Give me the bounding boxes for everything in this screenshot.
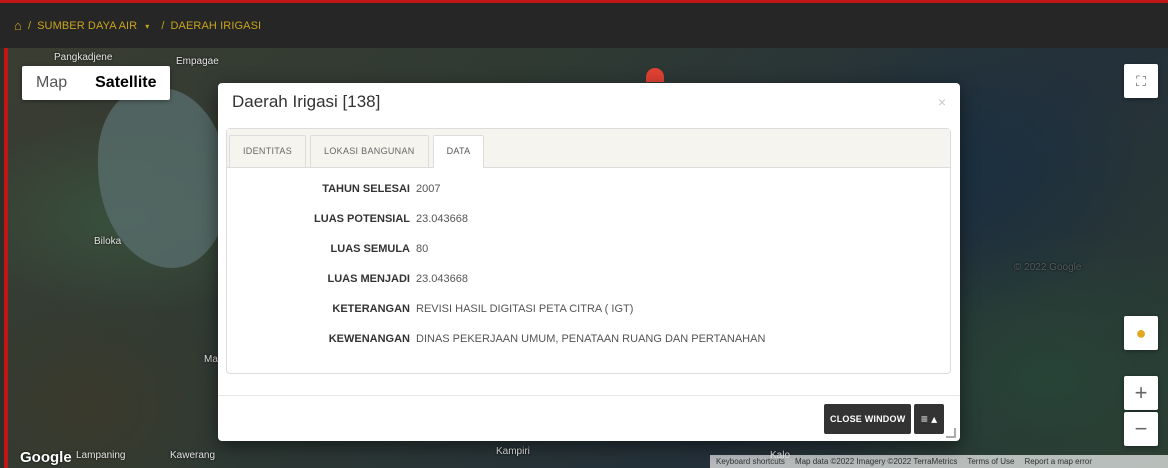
google-logo: Google xyxy=(20,449,72,466)
data-row-luas-semula: LUAS SEMULA 80 xyxy=(227,234,950,264)
data-label: LUAS MENJADI xyxy=(327,273,410,285)
breadcrumb-separator: / xyxy=(27,19,32,32)
modal-footer: CLOSE WINDOW ≡ ▴ xyxy=(218,395,960,442)
daerah-irigasi-modal: Daerah Irigasi [138] × IDENTITAS LOKASI … xyxy=(218,83,960,441)
data-value: 23.043668 xyxy=(416,213,468,225)
pegman-icon[interactable]: ● xyxy=(1124,316,1158,350)
tab-identitas[interactable]: IDENTITAS xyxy=(229,135,307,167)
close-icon[interactable]: × xyxy=(938,94,946,110)
data-label: KEWENANGAN xyxy=(328,333,410,345)
map-place-label: Empagae xyxy=(176,56,219,67)
keyboard-shortcuts-link[interactable]: Keyboard shortcuts xyxy=(716,457,785,466)
map-place-label: Lampaning xyxy=(76,450,126,461)
data-label: LUAS SEMULA xyxy=(330,243,410,255)
fullscreen-icon[interactable]: ⛶ xyxy=(1124,64,1158,98)
map-watermark: © 2022 Google xyxy=(1014,262,1082,273)
map-type-satellite-button[interactable]: Satellite xyxy=(81,66,170,100)
tab-bar: IDENTITAS LOKASI BANGUNAN DATA xyxy=(227,129,950,168)
tab-lokasi-bangunan[interactable]: LOKASI BANGUNAN xyxy=(310,135,429,167)
data-row-kewenangan: KEWENANGAN DINAS PEKERJAAN UMUM, PENATAA… xyxy=(227,324,950,354)
map-type-control: Map Satellite xyxy=(22,66,171,100)
map-place-label: Pangkadjene xyxy=(54,52,113,63)
data-row-tahun-selesai: TAHUN SELESAI 2007 xyxy=(227,174,950,204)
data-row-keterangan: KETERANGAN REVISI HASIL DIGITASI PETA CI… xyxy=(227,294,950,324)
close-window-button[interactable]: CLOSE WINDOW xyxy=(824,404,912,434)
menu-dropdown-button[interactable]: ≡ ▴ xyxy=(914,404,944,434)
map-attribution-bar: Keyboard shortcuts Map data ©2022 Imager… xyxy=(710,455,1168,468)
terms-of-use-link[interactable]: Terms of Use xyxy=(967,457,1014,466)
breadcrumb-separator: / xyxy=(161,19,165,32)
data-value: 23.043668 xyxy=(416,273,468,285)
data-row-luas-menjadi: LUAS MENJADI 23.043668 xyxy=(227,264,950,294)
data-value: REVISI HASIL DIGITASI PETA CITRA ( IGT) xyxy=(416,303,634,315)
data-label: LUAS POTENSIAL xyxy=(314,213,410,225)
map-marker-icon[interactable] xyxy=(646,68,664,82)
data-value: 80 xyxy=(416,243,429,255)
modal-header: Daerah Irigasi [138] × xyxy=(218,83,960,121)
map-type-map-button[interactable]: Map xyxy=(22,66,81,100)
resize-handle-icon[interactable] xyxy=(946,428,956,438)
data-value: DINAS PEKERJAAN UMUM, PENATAAN RUANG DAN… xyxy=(416,333,766,345)
data-row-luas-potensial: LUAS POTENSIAL 23.043668 xyxy=(227,204,950,234)
zoom-out-button[interactable]: − xyxy=(1124,412,1158,446)
tab-data[interactable]: DATA xyxy=(432,135,485,168)
breadcrumb-sumber-daya-air[interactable]: SUMBER DAYA AIR ▾ xyxy=(37,20,155,32)
top-nav-bar: ⌂ / SUMBER DAYA AIR ▾ / DAERAH IRIGASI xyxy=(0,0,1168,48)
home-icon[interactable]: ⌂ xyxy=(14,18,22,33)
map-data-attribution: Map data ©2022 Imagery ©2022 TerraMetric… xyxy=(794,457,958,466)
modal-title: Daerah Irigasi [138] xyxy=(232,92,381,111)
map-place-label: Kawerang xyxy=(170,450,216,461)
modal-tab-panel: IDENTITAS LOKASI BANGUNAN DATA TAHUN SEL… xyxy=(226,128,951,374)
report-map-error-link[interactable]: Report a map error xyxy=(1024,457,1092,466)
data-list: TAHUN SELESAI 2007 LUAS POTENSIAL 23.043… xyxy=(227,168,950,354)
zoom-in-button[interactable]: + xyxy=(1124,376,1158,410)
data-label: KETERANGAN xyxy=(332,303,410,315)
breadcrumb-daerah-irigasi[interactable]: DAERAH IRIGASI xyxy=(171,20,262,32)
data-label: TAHUN SELESAI xyxy=(322,183,410,195)
map-place-label: Kampiri xyxy=(496,446,530,457)
data-value: 2007 xyxy=(416,183,441,195)
map-place-label: Biloka xyxy=(94,236,122,247)
chevron-down-icon: ▾ xyxy=(145,21,150,31)
